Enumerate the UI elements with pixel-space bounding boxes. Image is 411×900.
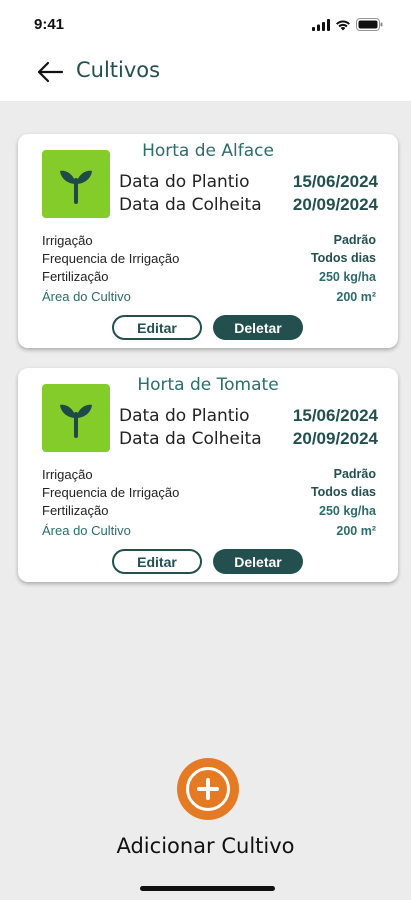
planting-date-value: 15/06/2024 — [292, 172, 378, 191]
page-title: Cultivos — [76, 58, 161, 82]
frequency-label: Frequencia de Irrigação — [42, 251, 180, 266]
area-label: Área do Cultivo — [42, 289, 131, 304]
planting-date-value: 15/06/2024 — [292, 406, 378, 425]
sprout-icon — [60, 404, 92, 438]
arrow-left-icon[interactable] — [36, 60, 64, 84]
battery-icon — [356, 18, 383, 31]
crop-card: Horta de Alface Data do Plantio 15/06/20… — [18, 134, 398, 348]
frequency-label: Frequencia de Irrigação — [42, 485, 180, 500]
status-icons — [312, 18, 383, 31]
home-indicator — [140, 886, 275, 891]
signal-icon — [312, 18, 330, 31]
edit-button[interactable]: Editar — [112, 549, 202, 574]
fertilization-value: 250 kg/ha — [319, 504, 376, 518]
harvest-date-label: Data da Colheita — [119, 429, 262, 449]
irrigation-value: Padrão — [333, 467, 376, 481]
crop-image — [42, 150, 110, 218]
status-bar: 9:41 — [0, 0, 411, 50]
fertilization-label: Fertilização — [42, 269, 109, 284]
frequency-value: Todos dias — [310, 251, 376, 265]
add-crop-button[interactable] — [177, 758, 239, 820]
irrigation-value: Padrão — [333, 233, 376, 247]
harvest-date-value: 20/09/2024 — [292, 195, 378, 214]
crop-card: Horta de Tomate Data do Plantio 15/06/20… — [18, 368, 398, 582]
plus-icon — [197, 778, 219, 800]
harvest-date-label: Data da Colheita — [119, 195, 262, 215]
frequency-value: Todos dias — [310, 485, 376, 499]
area-value: 200 m² — [336, 524, 376, 538]
plus-circle-icon — [186, 767, 230, 811]
area-label: Área do Cultivo — [42, 523, 131, 538]
delete-button[interactable]: Deletar — [213, 549, 303, 574]
add-crop-label[interactable]: Adicionar Cultivo — [0, 834, 411, 858]
fertilization-value: 250 kg/ha — [319, 270, 376, 284]
fertilization-label: Fertilização — [42, 503, 109, 518]
status-time: 9:41 — [34, 16, 65, 33]
area-value: 200 m² — [336, 290, 376, 304]
harvest-date-value: 20/09/2024 — [292, 429, 378, 448]
irrigation-label: Irrigação — [42, 467, 93, 482]
top-bar: 9:41 Cultivos — [0, 0, 411, 101]
irrigation-label: Irrigação — [42, 233, 93, 248]
wifi-icon — [336, 20, 350, 30]
sprout-icon — [60, 170, 92, 204]
edit-button[interactable]: Editar — [112, 315, 202, 340]
planting-date-label: Data do Plantio — [119, 406, 250, 426]
crop-image — [42, 384, 110, 452]
planting-date-label: Data do Plantio — [119, 172, 250, 192]
delete-button[interactable]: Deletar — [213, 315, 303, 340]
